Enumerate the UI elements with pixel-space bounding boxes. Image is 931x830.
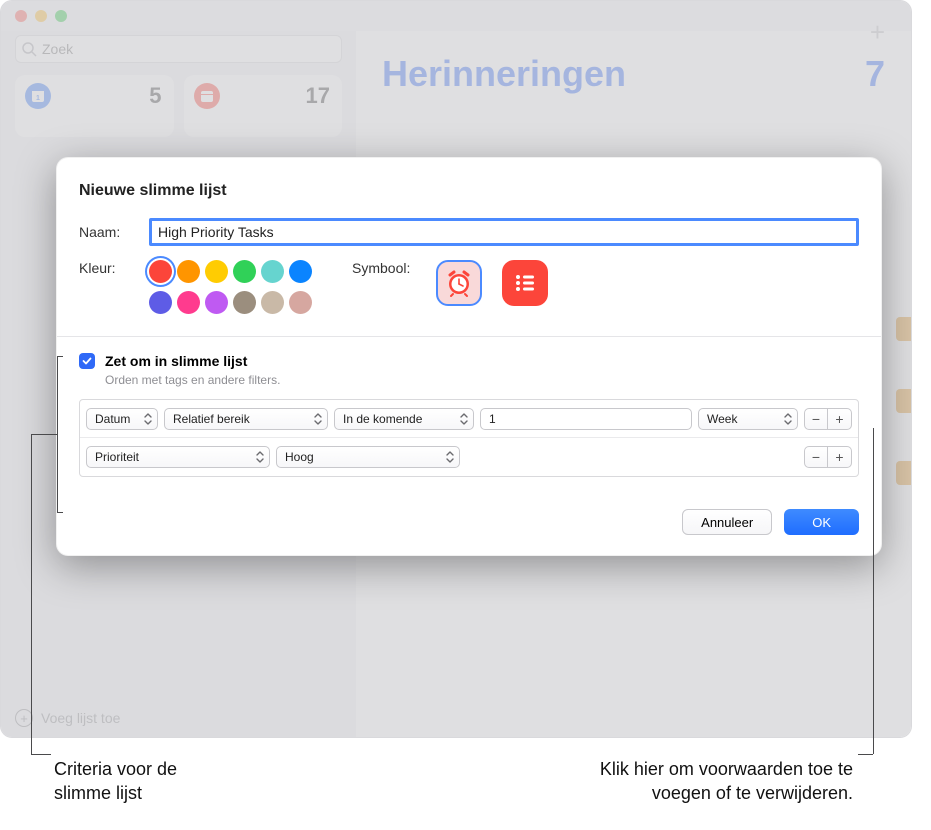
rule1-remove-button[interactable]: − (804, 408, 828, 430)
annotation-line (57, 356, 58, 512)
color-swatch[interactable] (177, 291, 200, 314)
ok-button[interactable]: OK (784, 509, 859, 535)
symbol-bullet-list[interactable] (502, 260, 548, 306)
annotation-line (858, 754, 873, 755)
rule1-field-value: Datum (95, 412, 130, 426)
color-swatch[interactable] (233, 291, 256, 314)
name-row: Naam: (79, 218, 859, 246)
rule2-remove-button[interactable]: − (804, 446, 828, 468)
rule1-pm-group: − + (804, 408, 852, 430)
annotation-line (57, 512, 63, 513)
rule1-unit-select[interactable]: Week (698, 408, 798, 430)
annotation-line (31, 434, 57, 435)
dialog-title: Nieuwe slimme lijst (79, 182, 859, 200)
smart-list-block: Zet om in slimme lijst Orden met tags en… (79, 353, 859, 477)
rule1-unit-value: Week (707, 412, 737, 426)
name-input[interactable] (149, 218, 859, 246)
smart-checkbox-row[interactable]: Zet om in slimme lijst (79, 353, 859, 369)
rules-box: Datum Relatief bereik In de komende Week (79, 399, 859, 477)
callout-addremove-l1: Klik hier om voorwaarden toe te (600, 759, 853, 779)
color-swatch[interactable] (177, 260, 200, 283)
rule1-add-button[interactable]: + (828, 408, 852, 430)
symbol-alarm-clock[interactable] (436, 260, 482, 306)
annotation-line (31, 434, 32, 754)
chevron-updown-icon (459, 412, 469, 426)
smart-checkbox-subtitle: Orden met tags en andere filters. (105, 373, 859, 387)
rule1-amount-input[interactable] (480, 408, 692, 430)
color-swatch-group (149, 260, 312, 314)
rule-row-priority: Prioriteit Hoog − + (80, 438, 858, 476)
callout-criteria: Criteria voor de slimme lijst (54, 757, 177, 806)
callout-addremove-l2: voegen of te verwijderen. (652, 783, 853, 803)
color-swatch[interactable] (205, 260, 228, 283)
color-swatch[interactable] (233, 260, 256, 283)
rule2-add-button[interactable]: + (828, 446, 852, 468)
divider (57, 336, 881, 337)
rule2-value-select[interactable]: Hoog (276, 446, 460, 468)
smart-checkbox[interactable] (79, 353, 95, 369)
color-swatch[interactable] (149, 260, 172, 283)
callout-criteria-l2: slimme lijst (54, 783, 142, 803)
rule2-field-value: Prioriteit (95, 450, 139, 464)
cancel-button[interactable]: Annuleer (682, 509, 772, 535)
new-smart-list-dialog: Nieuwe slimme lijst Naam: Kleur: Symbool… (56, 157, 882, 556)
rule-row-date: Datum Relatief bereik In de komende Week (80, 400, 858, 438)
chevron-updown-icon (255, 450, 265, 464)
color-swatch[interactable] (261, 291, 284, 314)
callout-criteria-l1: Criteria voor de (54, 759, 177, 779)
chevron-updown-icon (313, 412, 323, 426)
rule1-direction-value: In de komende (343, 412, 422, 426)
name-label: Naam: (79, 224, 149, 240)
callout-addremove: Klik hier om voorwaarden toe te voegen o… (600, 757, 853, 806)
color-symbol-row: Kleur: Symbool: (79, 260, 859, 314)
rule2-pm-group: − + (804, 446, 852, 468)
rule1-rangetype-select[interactable]: Relatief bereik (164, 408, 328, 430)
color-swatch[interactable] (289, 291, 312, 314)
rule2-field-select[interactable]: Prioriteit (86, 446, 270, 468)
color-swatch[interactable] (261, 260, 284, 283)
chevron-updown-icon (445, 450, 455, 464)
color-label: Kleur: (79, 260, 149, 314)
symbol-label: Symbool: (352, 260, 436, 276)
rule1-direction-select[interactable]: In de komende (334, 408, 474, 430)
rule1-field-select[interactable]: Datum (86, 408, 158, 430)
reminders-window: 1 5 17 + Voeg lijst toe + Herinneringen … (0, 0, 912, 738)
annotation-line (31, 754, 51, 755)
rule2-value-value: Hoog (285, 450, 314, 464)
smart-checkbox-label: Zet om in slimme lijst (105, 353, 247, 369)
dialog-footer: Annuleer OK (79, 509, 859, 535)
color-swatch[interactable] (289, 260, 312, 283)
rule1-rangetype-value: Relatief bereik (173, 412, 250, 426)
annotation-line (873, 428, 874, 754)
chevron-updown-icon (143, 412, 153, 426)
chevron-updown-icon (783, 412, 793, 426)
color-swatch[interactable] (205, 291, 228, 314)
color-swatch[interactable] (149, 291, 172, 314)
